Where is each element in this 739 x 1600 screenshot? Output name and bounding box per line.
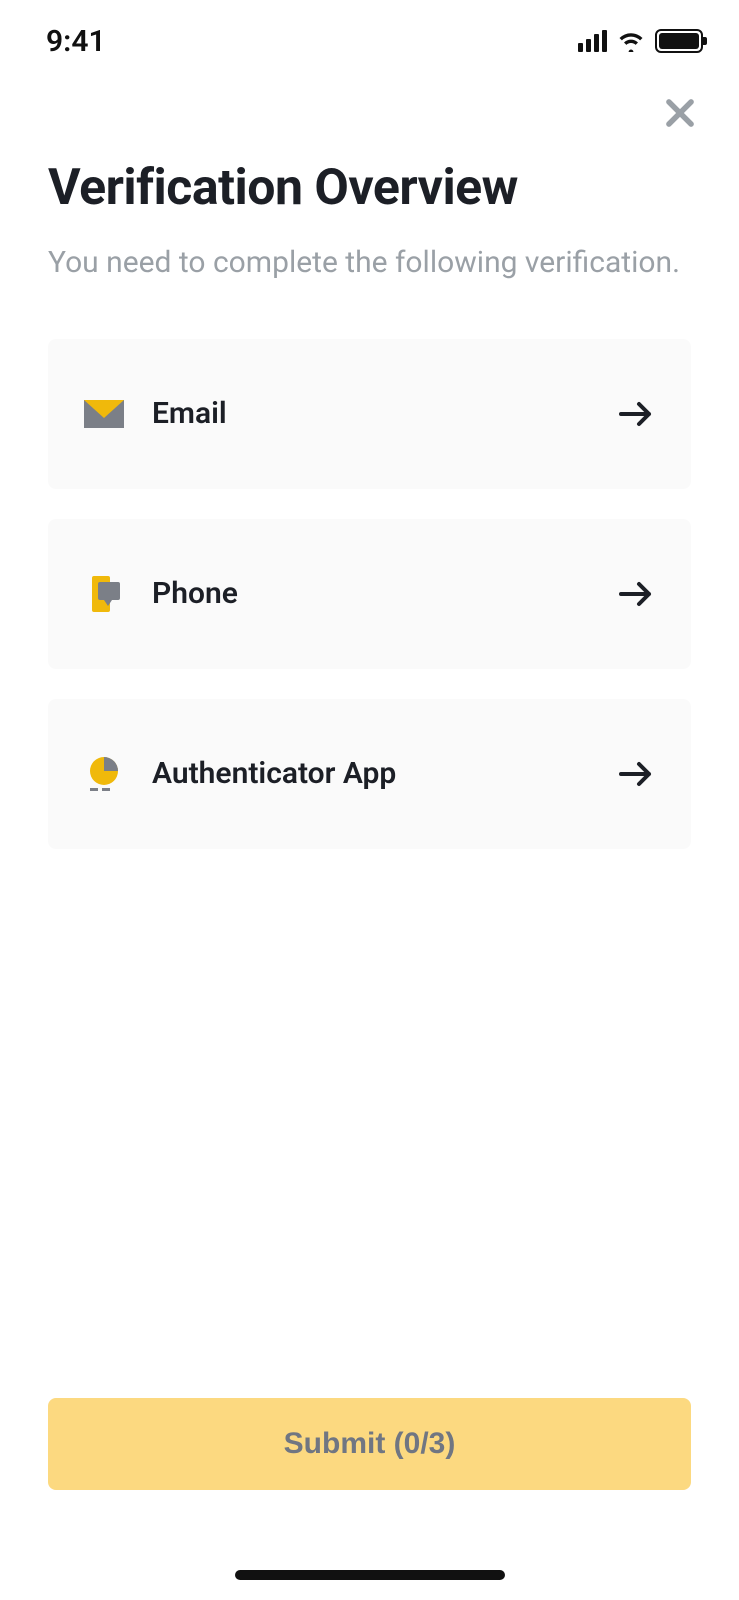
status-indicators xyxy=(578,29,703,53)
status-time: 9:41 xyxy=(46,24,106,59)
close-button[interactable] xyxy=(661,94,699,136)
battery-icon xyxy=(655,29,703,53)
verification-item-phone[interactable]: Phone xyxy=(48,519,691,669)
authenticator-icon xyxy=(84,754,124,794)
verification-item-authenticator[interactable]: Authenticator App xyxy=(48,699,691,849)
main-content: Verification Overview You need to comple… xyxy=(0,136,739,849)
verification-item-label: Phone xyxy=(152,576,238,611)
signal-icon xyxy=(578,30,607,52)
home-indicator xyxy=(235,1570,505,1580)
verification-item-email[interactable]: Email xyxy=(48,339,691,489)
mail-icon xyxy=(84,394,124,434)
close-icon xyxy=(661,94,699,132)
arrow-right-icon xyxy=(617,579,655,609)
submit-button[interactable]: Submit (0/3) xyxy=(48,1398,691,1490)
submit-button-label: Submit (0/3) xyxy=(284,1427,456,1461)
page-title: Verification Overview xyxy=(48,160,691,218)
page-subtitle: You need to complete the following verif… xyxy=(48,240,691,285)
arrow-right-icon xyxy=(617,399,655,429)
verification-item-label: Authenticator App xyxy=(152,756,396,791)
wifi-icon xyxy=(617,30,645,52)
phone-icon xyxy=(84,574,124,614)
verification-item-label: Email xyxy=(152,396,227,431)
status-bar: 9:41 xyxy=(0,0,739,64)
arrow-right-icon xyxy=(617,759,655,789)
